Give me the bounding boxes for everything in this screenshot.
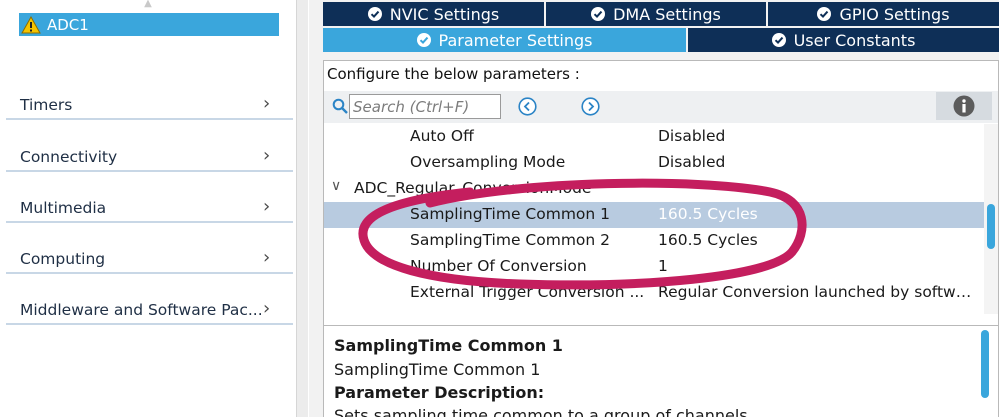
tab-user-constants[interactable]: User Constants <box>688 28 999 52</box>
info-button[interactable] <box>936 92 992 120</box>
parameter-value: 1 <box>658 257 668 275</box>
sidebar-item-adc1[interactable]: ADC1 <box>19 13 279 36</box>
chevron-right-icon: › <box>263 93 271 114</box>
chevron-right-icon: › <box>263 298 271 319</box>
group-name: ADC_Regular_ConversionMode <box>354 179 592 197</box>
description-subtitle: SamplingTime Common 1 <box>334 360 541 379</box>
splitter[interactable] <box>296 0 308 417</box>
tab-parameter-settings[interactable]: Parameter Settings <box>323 28 686 52</box>
description-heading: Parameter Description: <box>334 383 545 402</box>
configuration-pane: NVIC Settings DMA Settings GPIO Settings… <box>309 0 999 417</box>
parameter-row-samplingtime-common-1[interactable]: SamplingTime Common 1 160.5 Cycles <box>324 202 984 228</box>
parameter-value: Disabled <box>658 153 726 171</box>
check-circle-icon <box>771 33 786 47</box>
check-circle-icon <box>416 33 431 47</box>
parameter-tree: Auto Off Disabled Oversampling Mode Disa… <box>324 124 984 314</box>
category-label: Middleware and Software Pac... <box>20 301 263 319</box>
description-title: SamplingTime Common 1 <box>334 336 563 355</box>
check-circle-icon <box>591 7 606 21</box>
parameter-value[interactable]: 160.5 Cycles <box>658 205 758 223</box>
parameter-row-number-of-conversion[interactable]: Number Of Conversion 1 <box>324 254 984 280</box>
description-box: SamplingTime Common 1 SamplingTime Commo… <box>324 325 998 417</box>
tab-label: DMA Settings <box>613 4 721 24</box>
scroll-up-icon[interactable]: ▲ <box>141 0 155 10</box>
parameter-name: SamplingTime Common 1 <box>410 205 611 223</box>
parameter-value: 160.5 Cycles <box>658 231 758 249</box>
chevron-right-icon: › <box>263 247 271 268</box>
search-input[interactable] <box>349 94 501 119</box>
previous-icon[interactable] <box>518 97 537 116</box>
parameter-name: Oversampling Mode <box>410 153 566 171</box>
sidebar: ▲ ADC1 Timers › Connectivity › Multimedi… <box>0 0 296 417</box>
search-icon[interactable] <box>332 98 348 114</box>
parameter-row-samplingtime-common-2[interactable]: SamplingTime Common 2 160.5 Cycles <box>324 228 984 254</box>
tab-label: User Constants <box>793 30 916 50</box>
parameter-row-oversampling-mode[interactable]: Oversampling Mode Disabled <box>324 150 984 176</box>
scrollbar-thumb[interactable] <box>987 204 995 249</box>
parameter-name: Auto Off <box>410 127 474 145</box>
tab-dma-settings[interactable]: DMA Settings <box>546 2 766 26</box>
tab-label: GPIO Settings <box>839 4 950 24</box>
parameter-row-auto-off[interactable]: Auto Off Disabled <box>324 124 984 150</box>
description-body: Sets sampling time common to a group of … <box>334 406 753 417</box>
sidebar-item-label: ADC1 <box>47 15 89 34</box>
parameter-value: Disabled <box>658 127 726 145</box>
panel-caption: Configure the below parameters : <box>327 65 580 83</box>
sidebar-category-connectivity[interactable]: Connectivity › <box>6 145 293 172</box>
tree-scrollbar[interactable] <box>984 124 998 314</box>
sidebar-category-computing[interactable]: Computing › <box>6 247 293 274</box>
sidebar-category-multimedia[interactable]: Multimedia › <box>6 196 293 223</box>
parameter-group-adc-regular-conversionmode[interactable]: ∨ ADC_Regular_ConversionMode <box>324 176 984 202</box>
category-label: Connectivity <box>20 148 118 166</box>
category-label: Timers <box>20 96 73 114</box>
tab-label: Parameter Settings <box>438 30 593 50</box>
parameter-name: External Trigger Conversion ... <box>410 283 645 301</box>
sidebar-category-timers[interactable]: Timers › <box>6 93 293 120</box>
tab-nvic-settings[interactable]: NVIC Settings <box>323 2 544 26</box>
check-circle-icon <box>367 7 382 21</box>
chevron-right-icon: › <box>263 145 271 166</box>
chevron-right-icon: › <box>263 196 271 217</box>
tab-gpio-settings[interactable]: GPIO Settings <box>768 2 999 26</box>
tab-label: NVIC Settings <box>389 4 500 24</box>
parameter-panel: Configure the below parameters : Search … <box>323 60 999 417</box>
next-icon[interactable] <box>581 97 600 116</box>
parameter-value: Regular Conversion launched by softwa... <box>658 283 978 301</box>
check-circle-icon <box>817 7 832 21</box>
parameter-name: Number Of Conversion <box>410 257 587 275</box>
scrollbar-thumb[interactable] <box>981 330 989 398</box>
collapse-chevron-icon[interactable]: ∨ <box>331 178 341 194</box>
parameter-name: SamplingTime Common 2 <box>410 231 611 249</box>
sidebar-category-middleware[interactable]: Middleware and Software Pac... › <box>6 298 293 325</box>
category-label: Computing <box>20 250 106 268</box>
info-icon <box>953 95 975 117</box>
search-toolbar <box>324 91 998 123</box>
parameter-row-external-trigger-conversion[interactable]: External Trigger Conversion ... Regular … <box>324 280 984 306</box>
category-label: Multimedia <box>20 199 107 217</box>
warning-icon <box>21 15 41 33</box>
